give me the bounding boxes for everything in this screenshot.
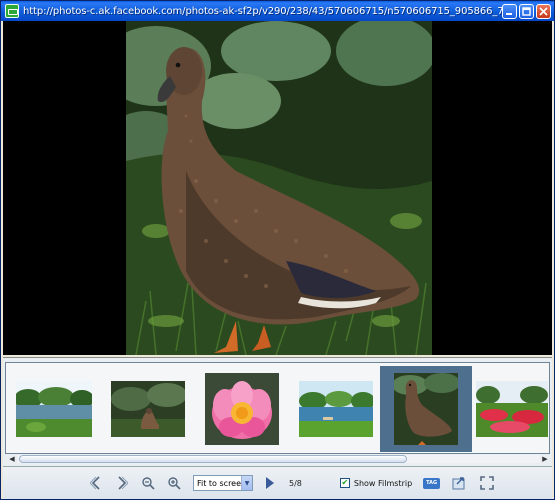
scrollbar-thumb[interactable] <box>19 455 407 463</box>
zoom-dropdown-value: Fit to screen <box>197 478 247 488</box>
bloom-window: http://photos-c.ak.facebook.com/photos-a… <box>0 0 555 500</box>
next-icon[interactable] <box>113 474 131 492</box>
scroll-left-icon[interactable]: ◀ <box>7 454 17 464</box>
image-viewer[interactable] <box>3 21 552 355</box>
close-button[interactable] <box>536 3 551 19</box>
zoom-out-icon[interactable] <box>139 474 157 492</box>
filmstrip: ◀ ▶ <box>3 357 552 467</box>
thumbnail-image <box>299 381 373 437</box>
thumbnail-image <box>16 381 92 437</box>
show-filmstrip-label: Show Filmstrip <box>353 478 413 488</box>
filmstrip-scrollbar[interactable]: ◀ ▶ <box>7 454 550 464</box>
scroll-right-icon[interactable]: ▶ <box>540 454 550 464</box>
play-icon[interactable] <box>263 474 277 492</box>
thumbnail-2[interactable] <box>102 366 194 452</box>
chevron-down-icon[interactable]: ▼ <box>241 476 252 490</box>
thumbnail-1[interactable] <box>8 366 100 452</box>
share-icon[interactable] <box>450 474 468 492</box>
show-filmstrip-checkbox[interactable]: ✔ <box>339 478 350 488</box>
fullscreen-icon[interactable] <box>478 474 496 492</box>
thumbnail-image <box>394 373 458 445</box>
thumbnail-6[interactable] <box>474 366 550 452</box>
maximize-icon <box>522 6 531 16</box>
photo-counter: 5/8 <box>289 478 302 488</box>
thumbnail-3[interactable] <box>196 366 288 452</box>
thumbnail-5-selected[interactable] <box>380 366 472 452</box>
zoom-in-icon[interactable] <box>165 474 183 492</box>
main-photo-duck <box>126 21 432 355</box>
title-bar[interactable]: http://photos-c.ak.facebook.com/photos-a… <box>1 1 554 21</box>
bloom-app-icon[interactable] <box>5 4 19 18</box>
thumbnail-image <box>111 381 185 437</box>
zoom-dropdown[interactable]: Fit to screen ▼ <box>193 475 253 491</box>
thumbnail-image <box>476 381 548 437</box>
thumbnail-4[interactable] <box>290 366 382 452</box>
viewer-toolbar: Fit to screen ▼ 5/8 ✔ Show Filmstrip TAG <box>3 467 552 499</box>
close-icon <box>539 6 548 16</box>
minimize-icon <box>506 12 512 15</box>
minimize-button[interactable] <box>502 3 517 19</box>
scrollbar-track[interactable] <box>17 455 540 463</box>
window-title: http://photos-c.ak.facebook.com/photos-a… <box>23 5 502 17</box>
tag-button[interactable]: TAG <box>423 477 441 489</box>
previous-icon[interactable] <box>87 474 105 492</box>
maximize-button[interactable] <box>519 3 534 19</box>
filmstrip-frame <box>5 362 550 454</box>
thumbnail-image <box>205 373 279 445</box>
